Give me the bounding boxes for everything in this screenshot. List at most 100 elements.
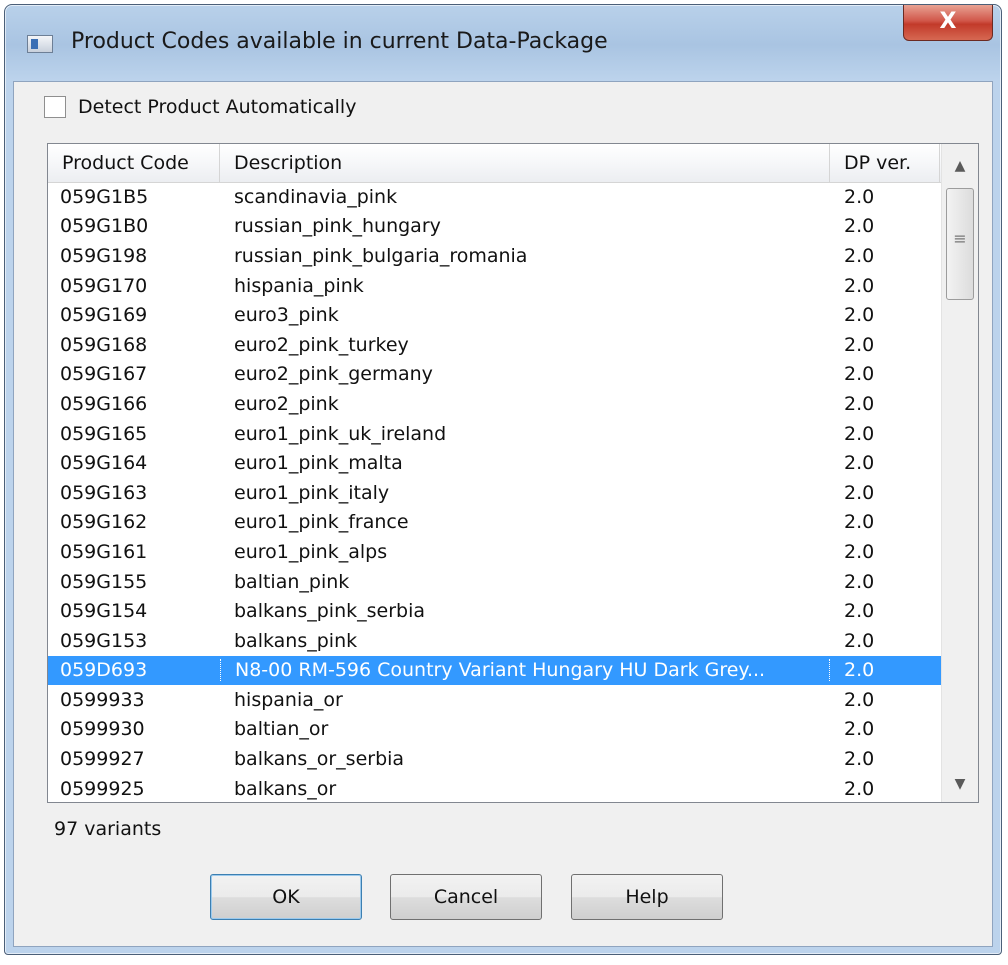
- cancel-button[interactable]: Cancel: [390, 874, 542, 920]
- dp-version-cell: 2.0: [844, 215, 875, 238]
- table-row[interactable]: 059G169 euro3_pink 2.0: [48, 300, 941, 330]
- description-cell: N8-00 RM-596 Country Variant Hungary HU …: [220, 659, 830, 682]
- product-code-cell: 059G166: [60, 392, 148, 415]
- product-code-cell: 059G153: [60, 629, 148, 652]
- product-code-cell: 059G1B0: [60, 215, 149, 238]
- product-code-cell: 0599925: [60, 777, 145, 800]
- description-cell: euro2_pink_germany: [234, 363, 433, 386]
- table-row[interactable]: 059G166 euro2_pink 2.0: [48, 389, 941, 419]
- description-cell: euro2_pink: [234, 392, 339, 415]
- dp-version-cell: 2.0: [844, 304, 875, 327]
- dp-version-cell: 2.0: [844, 748, 875, 771]
- dp-version-cell: 2.0: [844, 540, 875, 563]
- dp-version-cell: 2.0: [844, 570, 875, 593]
- dp-version-cell: 2.0: [844, 333, 875, 356]
- variant-count: 97 variants: [54, 818, 162, 840]
- dp-version-cell: 2.0: [844, 392, 875, 415]
- scroll-up-arrow-icon[interactable]: ▲: [942, 148, 978, 184]
- description-cell: euro1_pink_france: [234, 511, 409, 534]
- table-row[interactable]: 059G161 euro1_pink_alps 2.0: [48, 537, 941, 567]
- table-row[interactable]: 059G167 euro2_pink_germany 2.0: [48, 360, 941, 390]
- description-cell: russian_pink_hungary: [234, 215, 441, 238]
- description-cell: baltian_or: [234, 718, 329, 741]
- table-row[interactable]: 059G154 balkans_pink_serbia 2.0: [48, 596, 941, 626]
- column-header-dp-version[interactable]: DP ver.: [830, 144, 940, 182]
- product-code-cell: 059G164: [60, 452, 148, 475]
- scrollbar-thumb[interactable]: [946, 188, 974, 300]
- table-row[interactable]: 059G170 hispania_pink 2.0: [48, 271, 941, 301]
- product-code-cell: 059G155: [60, 570, 148, 593]
- description-cell: euro1_pink_malta: [234, 452, 403, 475]
- product-code-cell: 059G198: [60, 244, 148, 267]
- dp-version-cell: 2.0: [844, 718, 875, 741]
- table-row[interactable]: 0599933 hispania_or 2.0: [48, 685, 941, 715]
- description-cell: euro1_pink_uk_ireland: [234, 422, 447, 445]
- product-code-cell: 0599930: [60, 718, 145, 741]
- dp-version-cell: 2.0: [844, 422, 875, 445]
- product-code-cell: 059G167: [60, 363, 148, 386]
- product-code-cell: 059G169: [60, 304, 148, 327]
- ok-button[interactable]: OK: [210, 874, 362, 920]
- description-cell: balkans_pink: [234, 629, 358, 652]
- description-cell: baltian_pink: [234, 570, 350, 593]
- dp-version-cell: 2.0: [844, 777, 875, 800]
- product-code-cell: 059G162: [60, 511, 148, 534]
- title-bar[interactable]: Product Codes available in current Data-…: [5, 5, 1001, 81]
- description-cell: balkans_pink_serbia: [234, 600, 426, 623]
- column-header-description[interactable]: Description: [220, 144, 830, 182]
- product-code-cell: 0599927: [60, 748, 145, 771]
- table-row[interactable]: 059G168 euro2_pink_turkey 2.0: [48, 330, 941, 360]
- detect-product-option[interactable]: Detect Product Automatically: [44, 96, 356, 118]
- table-row[interactable]: 059G153 balkans_pink 2.0: [48, 626, 941, 656]
- dp-version-cell: 2.0: [844, 629, 875, 652]
- detect-product-checkbox[interactable]: [44, 96, 66, 118]
- product-code-cell: 059G154: [60, 600, 148, 623]
- product-code-cell: 059G163: [60, 481, 148, 504]
- detect-product-label: Detect Product Automatically: [78, 96, 357, 118]
- table-row[interactable]: 0599927 balkans_or_serbia 2.0: [48, 744, 941, 774]
- product-code-cell: 059G170: [60, 274, 148, 297]
- scroll-down-arrow-icon[interactable]: ▼: [942, 766, 978, 802]
- description-cell: euro2_pink_turkey: [234, 333, 409, 356]
- dp-version-cell: 2.0: [844, 452, 875, 475]
- table-row[interactable]: 059G164 euro1_pink_malta 2.0: [48, 448, 941, 478]
- product-code-cell: 059G165: [60, 422, 148, 445]
- description-cell: balkans_or_serbia: [234, 748, 405, 771]
- table-row[interactable]: 059G165 euro1_pink_uk_ireland 2.0: [48, 419, 941, 449]
- description-cell: scandinavia_pink: [234, 185, 398, 208]
- table-row[interactable]: 059G1B5 scandinavia_pink 2.0: [48, 182, 941, 212]
- table-row[interactable]: 059G1B0 russian_pink_hungary 2.0: [48, 212, 941, 242]
- table-row[interactable]: 059G162 euro1_pink_france 2.0: [48, 508, 941, 538]
- help-button[interactable]: Help: [571, 874, 723, 920]
- dp-version-cell: 2.0: [844, 363, 875, 386]
- column-header-product-code[interactable]: Product Code: [48, 144, 220, 182]
- close-button[interactable]: X: [903, 5, 993, 41]
- product-code-cell: 059G161: [60, 540, 148, 563]
- dp-version-cell: 2.0: [844, 274, 875, 297]
- description-cell: euro1_pink_italy: [234, 481, 390, 504]
- product-code-cell: 059G168: [60, 333, 148, 356]
- dp-version-cell: 2.0: [844, 600, 875, 623]
- dp-version-cell: 2.0: [844, 688, 875, 711]
- description-cell: euro1_pink_alps: [234, 540, 388, 563]
- table-row[interactable]: 0599925 balkans_or 2.0: [48, 774, 941, 802]
- table-row[interactable]: 0599930 baltian_or 2.0: [48, 715, 941, 745]
- dp-version-cell: 2.0: [844, 511, 875, 534]
- dp-version-cell: 2.0: [844, 659, 875, 682]
- dp-version-cell: 2.0: [844, 481, 875, 504]
- app-icon: [27, 35, 53, 53]
- vertical-scrollbar[interactable]: ▲ ▼: [941, 144, 978, 802]
- dp-version-cell: 2.0: [844, 244, 875, 267]
- table-row[interactable]: 059G163 euro1_pink_italy 2.0: [48, 478, 941, 508]
- table-row[interactable]: 059G198 russian_pink_bulgaria_romania 2.0: [48, 241, 941, 271]
- list-rows: 059G1B5 scandinavia_pink 2.0 059G1B0 russian…: [48, 182, 941, 802]
- window-title: Product Codes available in current Data-…: [71, 29, 608, 54]
- table-row[interactable]: 059D693 N8-00 RM-596 Country Variant Hung…: [48, 655, 941, 686]
- product-code-list[interactable]: Product Code Description DP ver. 059G1B5…: [47, 143, 979, 803]
- description-cell: russian_pink_bulgaria_romania: [234, 244, 528, 267]
- description-cell: hispania_pink: [234, 274, 364, 297]
- list-header: Product Code Description DP ver.: [48, 144, 941, 183]
- product-code-cell: 059G1B5: [60, 185, 149, 208]
- description-cell: hispania_or: [234, 688, 343, 711]
- table-row[interactable]: 059G155 baltian_pink 2.0: [48, 567, 941, 597]
